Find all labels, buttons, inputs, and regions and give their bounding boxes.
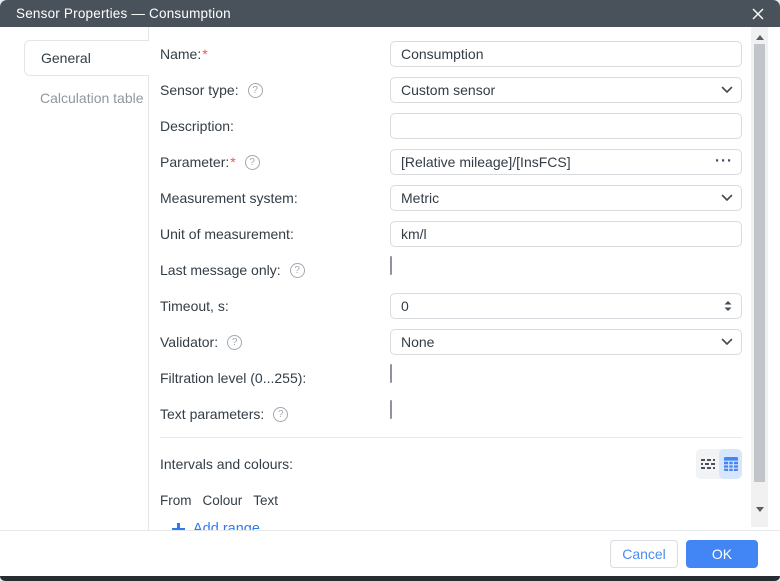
help-icon[interactable]: ? bbox=[244, 154, 260, 170]
spinner-icon[interactable] bbox=[723, 300, 733, 312]
chevron-down-icon bbox=[721, 194, 733, 202]
last-message-only-label: Last message only: bbox=[160, 262, 281, 278]
tab-general-label: General bbox=[41, 50, 91, 66]
vertical-scrollbar[interactable] bbox=[751, 27, 768, 527]
slider-view-button[interactable] bbox=[696, 449, 719, 479]
description-label: Description: bbox=[160, 118, 234, 134]
table-grid-icon bbox=[723, 457, 738, 471]
row-measurement-system: Measurement system: Metric bbox=[160, 185, 742, 211]
add-range-label: Add range bbox=[193, 521, 260, 530]
timeout-label: Timeout, s: bbox=[160, 298, 229, 314]
chevron-down-icon bbox=[721, 86, 733, 94]
dialog-footer: Cancel OK bbox=[0, 530, 780, 581]
dialog-titlebar: Sensor Properties — Consumption bbox=[0, 0, 780, 27]
required-marker: * bbox=[202, 46, 208, 62]
col-from: From bbox=[160, 492, 192, 508]
help-icon[interactable]: ? bbox=[289, 262, 305, 278]
dialog-body: General Calculation table Name: * Consum… bbox=[0, 27, 780, 530]
more-options-icon[interactable]: ··· bbox=[715, 153, 733, 168]
table-view-button[interactable] bbox=[719, 449, 742, 479]
close-icon bbox=[752, 8, 764, 19]
screen: Sensor Properties — Consumption General … bbox=[0, 0, 780, 581]
scroll-up-icon[interactable] bbox=[755, 35, 764, 40]
row-description: Description: bbox=[160, 113, 742, 139]
dialog-title: Sensor Properties — Consumption bbox=[16, 6, 231, 21]
section-divider bbox=[160, 437, 742, 438]
intervals-label: Intervals and colours: bbox=[160, 456, 294, 472]
add-range-link[interactable]: Add range bbox=[172, 519, 742, 530]
help-icon[interactable]: ? bbox=[227, 334, 243, 350]
dashed-rows-icon bbox=[700, 459, 715, 469]
row-sensor-type: Sensor type: ? Custom sensor bbox=[160, 77, 742, 103]
timeout-input[interactable] bbox=[390, 293, 742, 319]
validator-select[interactable]: None bbox=[390, 329, 742, 355]
ok-button[interactable]: OK bbox=[686, 539, 758, 568]
text-parameters-checkbox[interactable] bbox=[390, 400, 392, 419]
row-parameter: Parameter: * ? ··· bbox=[160, 149, 742, 175]
help-icon[interactable]: ? bbox=[273, 406, 289, 422]
col-text: Text bbox=[253, 492, 279, 508]
sensor-type-select[interactable]: Custom sensor bbox=[390, 77, 742, 103]
close-button[interactable] bbox=[750, 6, 766, 22]
last-message-only-checkbox[interactable] bbox=[390, 256, 392, 275]
filtration-level-checkbox[interactable] bbox=[390, 364, 392, 383]
parameter-input[interactable] bbox=[390, 149, 742, 175]
row-validator: Validator: ? None bbox=[160, 329, 742, 355]
intervals-and-colours-row: Intervals and colours: bbox=[160, 449, 742, 479]
general-form: Name: * Sensor type: ? Custom bbox=[160, 27, 742, 530]
chevron-down-icon bbox=[721, 338, 733, 346]
row-timeout: Timeout, s: bbox=[160, 293, 742, 319]
help-icon[interactable]: ? bbox=[247, 82, 263, 98]
description-input[interactable] bbox=[390, 113, 742, 139]
row-name: Name: * bbox=[160, 41, 742, 67]
col-colour: Colour bbox=[202, 492, 243, 508]
tab-sidebar: General Calculation table bbox=[0, 27, 149, 530]
row-unit: Unit of measurement: bbox=[160, 221, 742, 247]
intervals-column-headers: From Colour Text bbox=[160, 492, 742, 508]
scrollbar-thumb[interactable] bbox=[754, 44, 765, 482]
text-parameters-label: Text parameters: bbox=[160, 406, 265, 422]
name-input[interactable] bbox=[390, 41, 742, 67]
cancel-button[interactable]: Cancel bbox=[610, 539, 678, 568]
parameter-label: Parameter: bbox=[160, 154, 230, 170]
validator-label: Validator: bbox=[160, 334, 219, 350]
name-label: Name: bbox=[160, 46, 202, 62]
window-bottom-edge bbox=[0, 576, 780, 581]
measurement-system-select[interactable]: Metric bbox=[390, 185, 742, 211]
filtration-level-label: Filtration level (0...255): bbox=[160, 370, 307, 386]
measurement-system-label: Measurement system: bbox=[160, 190, 298, 206]
intervals-view-toggle bbox=[696, 449, 742, 479]
row-text-parameters: Text parameters: ? bbox=[160, 400, 742, 427]
row-last-message-only: Last message only: ? bbox=[160, 256, 742, 283]
required-marker: * bbox=[230, 154, 236, 170]
unit-input[interactable] bbox=[390, 221, 742, 247]
unit-label: Unit of measurement: bbox=[160, 226, 294, 242]
tab-calculation-table-label: Calculation table bbox=[40, 90, 144, 106]
row-filtration-level: Filtration level (0...255): bbox=[160, 364, 742, 391]
tab-calculation-table[interactable]: Calculation table bbox=[40, 88, 149, 108]
plus-icon bbox=[172, 522, 185, 530]
sensor-properties-dialog: Sensor Properties — Consumption General … bbox=[0, 0, 780, 581]
sensor-type-label: Sensor type: bbox=[160, 82, 239, 98]
tab-general[interactable]: General bbox=[24, 40, 149, 76]
scroll-down-icon[interactable] bbox=[755, 507, 764, 512]
